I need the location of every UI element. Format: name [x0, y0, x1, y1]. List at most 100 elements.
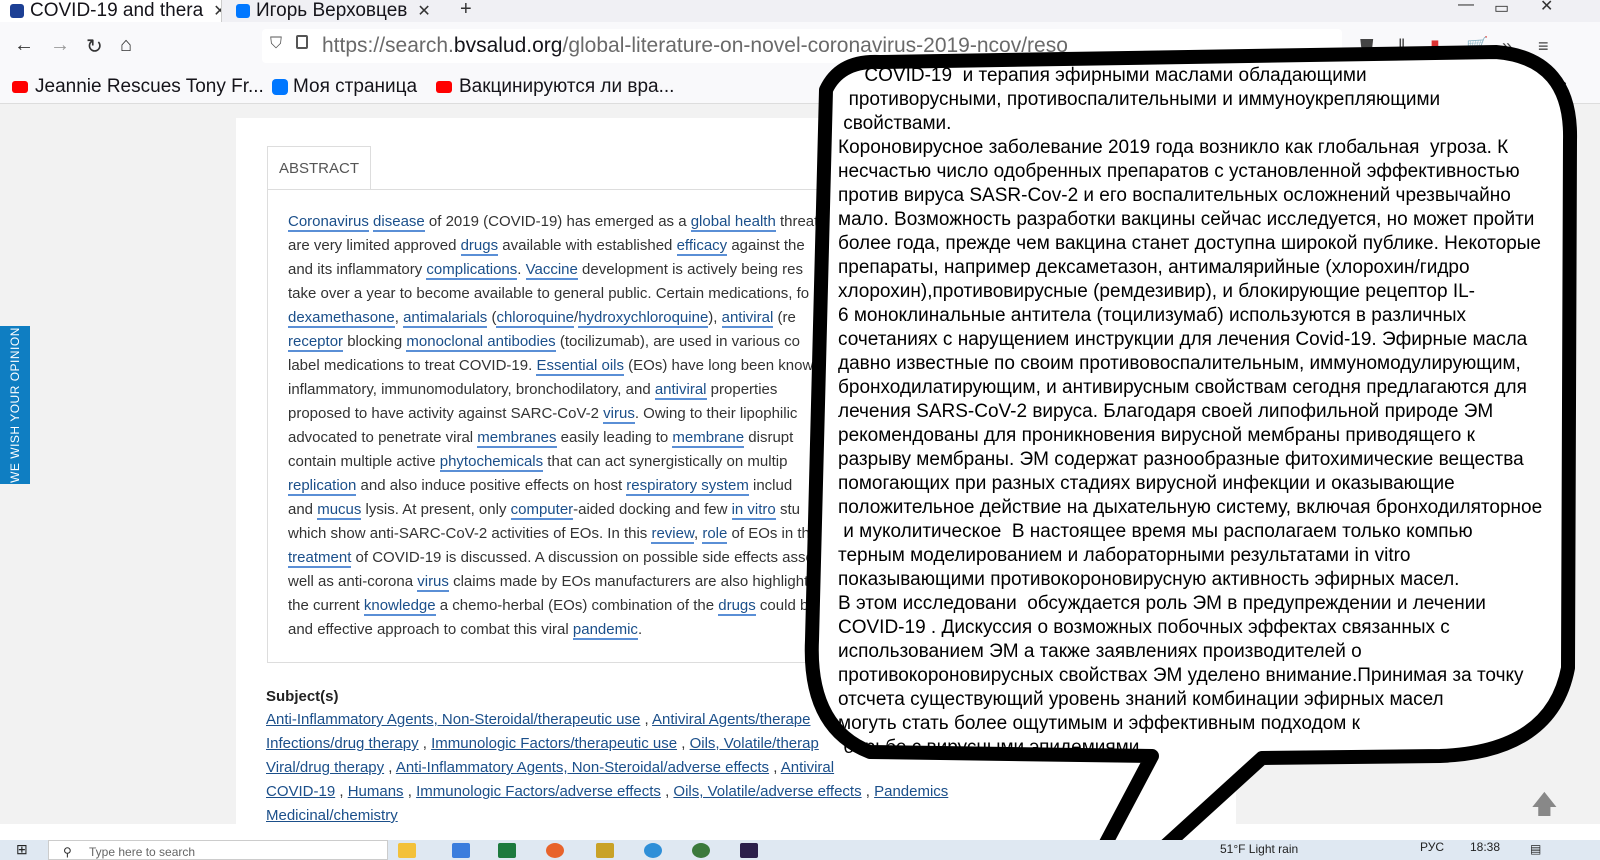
subject-link[interactable]: Anti-Inflammatory Agents, Non-Steroidal/… — [266, 711, 640, 728]
bookmark-item[interactable]: Jeannie Rescues Tony Fr... — [12, 76, 264, 98]
keyword-link[interactable]: respiratory system — [626, 477, 749, 496]
keyword-link[interactable]: membranes — [477, 429, 557, 448]
windows-start-icon[interactable]: ⊞ — [16, 841, 28, 858]
keyword-link[interactable]: membrane — [672, 429, 745, 448]
subject-link[interactable]: Oils, Volatile/therap — [690, 735, 819, 752]
url-text[interactable]: https://search.bvsalud.org/global-litera… — [322, 34, 1068, 58]
calculator-icon[interactable] — [452, 843, 470, 858]
scroll-to-top-icon[interactable]: 🡅 — [1531, 786, 1558, 830]
premiere-icon[interactable] — [740, 843, 758, 858]
reload-icon[interactable]: ↻ — [86, 34, 103, 59]
keyword-link[interactable]: review — [651, 525, 694, 544]
keyword-link[interactable]: computer — [510, 501, 574, 520]
menu-icon[interactable]: ≡ — [1538, 36, 1549, 57]
keyword-link[interactable]: in vitro — [731, 501, 776, 520]
keyword-link[interactable]: receptor — [288, 333, 344, 352]
keyword-link[interactable]: replication — [288, 477, 357, 496]
library-icon[interactable]: ‖ — [1398, 36, 1405, 57]
keyword-link[interactable]: Coronavirus — [288, 213, 369, 232]
keyword-link[interactable]: Essential oils — [536, 357, 624, 376]
keyword-link[interactable]: mucus — [317, 501, 362, 520]
globe-app-icon[interactable] — [692, 843, 710, 858]
keyword-link[interactable]: role — [702, 525, 728, 544]
subject-link[interactable]: Immunologic Factors/therapeutic use — [431, 735, 677, 752]
keyword-link[interactable]: antiviral — [721, 309, 774, 328]
keyword-link[interactable]: drugs — [460, 237, 499, 256]
subject-separator: , — [335, 783, 348, 800]
excel-icon[interactable] — [498, 843, 516, 858]
firefox-icon[interactable] — [546, 843, 564, 858]
abstract-text-segment: development is actively being res — [577, 261, 803, 278]
tab-abstract[interactable]: ABSTRACT — [267, 146, 371, 190]
taskbar-search[interactable]: ⚲ Type here to search — [48, 840, 388, 860]
keyword-link[interactable]: hydroxychloroquine — [578, 309, 709, 328]
back-icon[interactable]: ← — [14, 34, 34, 57]
keyword-link[interactable]: antimalarials — [403, 309, 488, 328]
keyword-link[interactable]: disease — [373, 213, 425, 232]
lock-icon[interactable] — [296, 35, 308, 49]
keyword-link[interactable]: virus — [603, 405, 635, 424]
abstract-text-segment: take over a year to become available to … — [288, 285, 810, 302]
app-icon[interactable] — [596, 843, 614, 858]
notifications-icon[interactable]: ▤ — [1530, 842, 1541, 856]
subject-link[interactable]: Humans — [348, 783, 404, 800]
keyword-link[interactable]: knowledge — [363, 597, 436, 616]
keyword-link[interactable]: pandemic — [572, 621, 638, 640]
extension-icon[interactable]: ▮ — [1430, 36, 1440, 57]
keyword-link[interactable]: phytochemicals — [439, 453, 544, 472]
tab-vk-profile[interactable]: Игорь Верховцев ✕ — [232, 0, 447, 22]
close-tab-icon[interactable]: ✕ — [213, 1, 221, 21]
pocket-icon[interactable]: ⛊ — [1360, 36, 1374, 57]
tab-covid-abstract[interactable]: COVID-19 and thera ✕ — [0, 0, 222, 22]
subject-link[interactable]: Oils, Volatile/adverse effects — [673, 783, 861, 800]
new-tab-button[interactable]: + — [460, 0, 472, 21]
cart-icon[interactable]: 🛒 — [1466, 36, 1488, 57]
bookmark-item[interactable]: Моя страница — [272, 76, 417, 98]
subject-link[interactable]: Viral/drug therapy — [266, 759, 384, 776]
abstract-text-segment: and also induce positive effects on host — [356, 477, 627, 494]
keyword-link[interactable]: chloroquine — [496, 309, 575, 328]
weather-widget[interactable]: 51°F Light rain — [1220, 842, 1298, 856]
forward-icon[interactable]: → — [50, 34, 70, 57]
abstract-text-segment: ), — [708, 309, 722, 326]
overflow-chevron-icon[interactable]: » — [1502, 36, 1512, 57]
subject-link[interactable]: Pandemics — [874, 783, 948, 800]
feedback-tab[interactable]: WE WISH YOUR OPINION — [0, 326, 30, 484]
subject-link[interactable]: Infections/drug therapy — [266, 735, 419, 752]
maximize-icon[interactable]: ▭ — [1494, 0, 1509, 18]
keyword-link[interactable]: drugs — [718, 597, 756, 616]
internet-explorer-icon[interactable] — [644, 843, 662, 858]
subject-link[interactable]: Antiviral — [781, 759, 834, 776]
keyword-link[interactable]: global health — [690, 213, 776, 232]
subject-link[interactable]: Immunologic Factors/adverse effects — [416, 783, 661, 800]
keyword-link[interactable]: efficacy — [676, 237, 728, 256]
keyword-link[interactable]: monoclonal antibodies — [406, 333, 556, 352]
windows-taskbar: ⊞ ⚲ Type here to search 51°F Light rain … — [0, 840, 1600, 860]
abstract-text-segment: blocking — [343, 333, 407, 350]
subject-link[interactable]: Anti-Inflammatory Agents, Non-Steroidal/… — [396, 759, 769, 776]
keyword-link[interactable]: treatment — [288, 549, 352, 568]
subject-link[interactable]: Medicinal/chemistry — [266, 807, 398, 824]
input-language[interactable]: РУС — [1420, 840, 1444, 854]
subject-link[interactable]: Antiviral Agents/therape — [652, 711, 810, 728]
tracking-shield-icon[interactable]: ⛉ — [270, 35, 282, 53]
keyword-link[interactable]: antiviral — [654, 381, 707, 400]
subject-separator: , — [384, 759, 396, 776]
minimize-icon[interactable]: — — [1458, 0, 1474, 14]
subject-link[interactable]: COVID-19 — [266, 783, 335, 800]
bookmark-item[interactable]: Вакцинируются ли вра... — [436, 76, 674, 98]
keyword-link[interactable]: complications — [426, 261, 518, 280]
keyword-link[interactable]: Vaccine — [525, 261, 578, 280]
translation-text: COVID-19 и терапия эфирными маслами обла… — [838, 65, 1543, 758]
keyword-link[interactable]: virus — [417, 573, 449, 592]
close-tab-icon[interactable]: ✕ — [417, 1, 430, 21]
keyword-link[interactable]: dexamethasone — [288, 309, 395, 328]
clock[interactable]: 18:38 — [1470, 840, 1500, 854]
url-bar[interactable]: ⛉ https://search.bvsalud.org/global-lite… — [262, 29, 1342, 63]
close-window-icon[interactable]: ✕ — [1540, 0, 1553, 16]
subject-separator: , — [769, 759, 781, 776]
abstract-text-segment: are very limited approved — [288, 237, 461, 254]
bookmark-label: Jeannie Rescues Tony Fr... — [35, 76, 264, 97]
home-icon[interactable]: ⌂ — [120, 34, 132, 57]
file-explorer-icon[interactable] — [398, 843, 416, 858]
